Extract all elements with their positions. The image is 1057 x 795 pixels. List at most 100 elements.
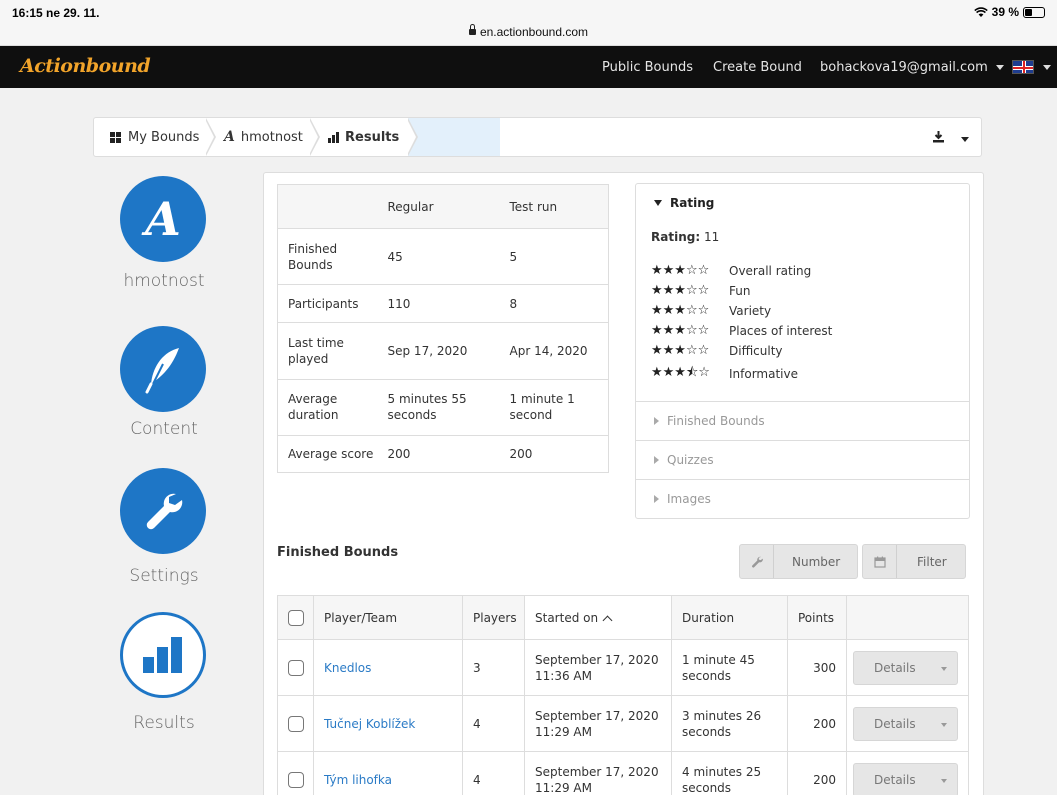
col-actions	[846, 595, 969, 640]
rating-label: Informative	[729, 367, 798, 381]
breadcrumb-my-bounds[interactable]: My Bounds	[110, 118, 199, 156]
player-link[interactable]: Tučnej Koblížek	[324, 717, 415, 731]
language-menu[interactable]	[1043, 60, 1051, 75]
breadcrumb-active-bg	[408, 118, 500, 156]
started-cell: September 17, 2020 11:29 AM	[524, 695, 672, 752]
player-link[interactable]: Knedlos	[324, 661, 371, 675]
player-cell: Knedlos	[313, 639, 463, 696]
accordion-images[interactable]: Images	[636, 479, 969, 518]
rating-label: Places of interest	[729, 323, 833, 338]
breadcrumb-bound[interactable]: A hmotnost	[224, 118, 303, 156]
player-cell: Tým lihofka	[313, 751, 463, 795]
col-player[interactable]: Player/Team	[313, 595, 463, 640]
breadcrumb-results[interactable]: Results	[328, 118, 399, 156]
stats-regular: 5 minutes 55 seconds	[377, 378, 500, 436]
duration-cell: 4 minutes 25 seconds	[671, 751, 788, 795]
actionbound-logo[interactable]: Actionbound	[20, 55, 151, 77]
download-icon	[933, 131, 944, 143]
points-cell: 300	[787, 639, 847, 696]
stats-header-regular: Regular	[377, 184, 500, 229]
accordion-finished-bounds[interactable]: Finished Bounds	[636, 401, 969, 440]
details-label: Details	[874, 660, 916, 675]
col-started-on[interactable]: Started on	[524, 595, 672, 640]
players-cell: 3	[462, 639, 525, 696]
rating-toggle[interactable]: Rating	[654, 196, 714, 210]
lock-icon	[468, 24, 476, 35]
number-button[interactable]: Number	[739, 544, 858, 579]
user-email: bohackova19@gmail.com	[820, 60, 988, 75]
battery-icon	[1023, 6, 1045, 18]
finished-bounds-title: Finished Bounds	[277, 545, 399, 560]
rating-item: ★★★☆☆ Difficulty	[651, 343, 783, 358]
rating-value: 11	[703, 230, 720, 244]
stats-row: Last time played Sep 17, 2020 Apr 14, 20…	[277, 322, 609, 380]
accordion-label: Images	[667, 492, 711, 506]
row-checkbox[interactable]	[288, 771, 304, 788]
actions-cell: Details	[846, 751, 969, 795]
accordion-label: Finished Bounds	[667, 414, 765, 428]
player-link[interactable]: Tým lihofka	[324, 773, 392, 787]
chevron-down-icon	[941, 778, 947, 783]
rating-item: ★★★☆☆ Overall rating	[651, 263, 811, 278]
finished-bounds-table: Player/Team Players Started on Duration …	[277, 595, 969, 795]
user-menu[interactable]: bohackova19@gmail.com	[820, 60, 1004, 75]
stars-icon: ★★★☆☆	[651, 263, 710, 278]
details-button[interactable]: Details	[853, 706, 958, 741]
filter-button[interactable]: Filter	[862, 544, 966, 579]
accordion-quizzes[interactable]: Quizzes	[636, 440, 969, 479]
content-nav-button[interactable]	[120, 326, 206, 412]
url-text: en.actionbound.com	[479, 25, 589, 39]
row-select-cell	[277, 639, 314, 696]
started-time: 11:36 AM	[535, 668, 592, 683]
row-select-cell	[277, 695, 314, 752]
grid-icon	[110, 131, 121, 143]
table-row: Tučnej Koblížek 4 September 17, 2020 11:2…	[277, 695, 969, 752]
rating-prefix: Rating:	[651, 230, 701, 244]
bound-nav-button[interactable]: A	[120, 176, 206, 262]
stats-row: Average duration 5 minutes 55 seconds 1 …	[277, 378, 609, 436]
row-checkbox[interactable]	[288, 659, 304, 676]
details-button[interactable]: Details	[853, 762, 958, 795]
stats-row: Participants 110 8	[277, 284, 609, 323]
select-all-cell	[277, 595, 314, 640]
col-points[interactable]: Points	[787, 595, 847, 640]
select-all-checkbox[interactable]	[288, 609, 304, 626]
caret-right-icon	[654, 495, 659, 503]
rating-label: Fun	[729, 283, 751, 298]
stats-regular: 45	[377, 227, 500, 285]
breadcrumb-separator	[407, 118, 418, 156]
stats-test: 8	[499, 284, 609, 323]
rating-item: ★★★☆☆ Variety	[651, 303, 771, 318]
table-row: Tým lihofka 4 September 17, 2020 11:29 AM…	[277, 751, 969, 795]
stats-header-empty	[277, 184, 378, 229]
create-bound-link[interactable]: Create Bound	[713, 60, 802, 75]
stars-icon: ★★★☆☆	[651, 303, 710, 318]
stats-test: 1 minute 1 second	[499, 378, 609, 436]
accordion-label: Quizzes	[667, 453, 714, 467]
rating-item: ★★★☆☆ Fun	[651, 283, 750, 298]
stats-label: Average score	[277, 434, 378, 473]
row-checkbox[interactable]	[288, 715, 304, 732]
download-menu[interactable]	[932, 130, 970, 147]
settings-nav-button[interactable]	[120, 468, 206, 554]
col-duration[interactable]: Duration	[671, 595, 788, 640]
breadcrumb-label: hmotnost	[240, 129, 303, 145]
rating-panel: Rating Rating: 11 ★★★☆☆ Overall rating ★★…	[635, 183, 970, 519]
details-button[interactable]: Details	[853, 650, 958, 685]
details-label: Details	[874, 716, 916, 731]
rating-item: ★★★⯪☆ Informative	[651, 363, 798, 385]
wifi-icon	[973, 6, 988, 17]
uk-flag-icon[interactable]	[1012, 60, 1034, 74]
chevron-down-icon	[995, 65, 1004, 70]
started-time: 11:29 AM	[535, 724, 592, 739]
points-cell: 200	[787, 695, 847, 752]
results-nav-button[interactable]	[120, 612, 206, 698]
content-nav-label: Content	[130, 419, 198, 439]
address-bar[interactable]: en.actionbound.com	[0, 24, 1057, 39]
actions-cell: Details	[846, 639, 969, 696]
stars-icon: ★★★☆☆	[651, 323, 710, 338]
stats-row: Finished Bounds 45 5	[277, 227, 609, 285]
stats-header-test: Test run	[499, 184, 609, 229]
public-bounds-link[interactable]: Public Bounds	[602, 60, 693, 75]
col-players[interactable]: Players	[462, 595, 525, 640]
